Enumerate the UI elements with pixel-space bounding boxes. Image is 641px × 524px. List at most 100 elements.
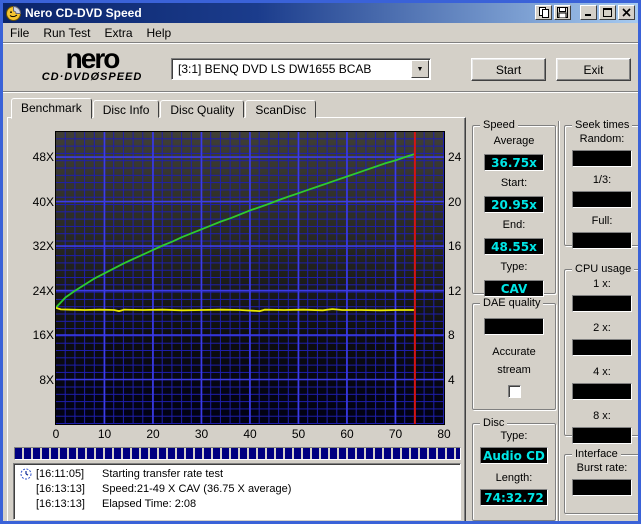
y-left-tick-label: 48X	[32, 150, 54, 165]
start-button[interactable]: Start	[471, 58, 546, 81]
log-text: Speed:21-49 X CAV (36.75 X average)	[102, 483, 292, 495]
dae-quality-value	[484, 318, 544, 335]
disc-type-label: Type:	[500, 430, 528, 442]
log-time: [16:11:05]	[36, 468, 85, 480]
minimize-icon	[584, 14, 591, 16]
log-clock-icon	[20, 468, 32, 480]
cpu-8x-value	[572, 427, 632, 444]
x-axis-tick-label: 0	[52, 427, 60, 441]
speed-group: Speed Average 36.75x Start: 20.95x End: …	[472, 119, 556, 297]
log-text: Starting transfer rate test	[102, 468, 224, 480]
y-left-tick-label: 40X	[32, 194, 54, 209]
speed-average-label: Average	[493, 135, 535, 147]
speed-type-value: CAV	[484, 280, 544, 297]
tab-disc-info[interactable]: Disc Info	[92, 100, 160, 118]
seek-third-value	[572, 191, 632, 208]
cd-dvd-speed-logo-text: CD·DVDØSPEED	[41, 71, 143, 83]
x-axis: 0 10 20 30 40 50 60 70 80	[52, 427, 451, 441]
save-icon	[557, 7, 568, 18]
speed-start-label: Start:	[500, 177, 528, 189]
menu-help[interactable]: Help	[140, 24, 179, 42]
burst-rate-label: Burst rate:	[576, 462, 628, 474]
disc-length-label: Length:	[495, 472, 533, 484]
nero-logo-text: nero	[65, 43, 121, 74]
drive-select[interactable]: [3:1] BENQ DVD LS DW1655 BCAB ▼	[171, 58, 431, 80]
seek-third-label: 1/3:	[592, 174, 612, 186]
cpu-4x-value	[572, 383, 632, 400]
y-left-tick-label: 8X	[39, 372, 54, 387]
seek-full-value	[572, 232, 632, 249]
log-entry: [16:13:13] Elapsed Time: 2:08	[20, 497, 460, 512]
accurate-stream-checkbox[interactable]	[507, 385, 521, 398]
close-button[interactable]	[618, 5, 635, 20]
disc-type-value: Audio CD	[480, 447, 548, 464]
interface-group-title: Interface	[572, 448, 621, 460]
maximize-icon	[603, 8, 612, 17]
y-right-tick-label: 24	[448, 150, 462, 165]
speed-average-value: 36.75x	[484, 154, 544, 171]
cpu-1x-label: 1 x:	[593, 278, 611, 290]
cpu-1x-value	[572, 295, 632, 312]
x-axis-tick-label: 70	[388, 427, 403, 441]
tab-scandisc[interactable]: ScanDisc	[245, 100, 317, 118]
y-axis-left: 48X 40X 32X 24X 16X 8X	[32, 132, 54, 424]
speed-start-value: 20.95x	[484, 196, 544, 213]
seek-random-label: Random:	[579, 133, 625, 145]
copy-icon	[538, 7, 549, 18]
nero-logo: nero CD·DVDØSPEED	[17, 43, 167, 84]
log-entry: [16:11:05] Starting transfer rate test	[20, 467, 460, 482]
seek-full-label: Full:	[591, 215, 613, 227]
accurate-stream-label-line1: Accurate	[492, 346, 536, 358]
cpu-2x-label: 2 x:	[593, 322, 611, 334]
copy-to-clipboard-button[interactable]	[535, 5, 552, 20]
burst-rate-value	[572, 479, 632, 496]
header-divider	[3, 91, 638, 93]
x-axis-tick-label: 10	[97, 427, 112, 441]
seek-times-group-title: Seek times	[572, 119, 633, 131]
x-axis-tick-label: 20	[146, 427, 160, 441]
menu-file[interactable]: File	[3, 24, 36, 42]
panel-column-divider	[558, 121, 560, 521]
drive-select-value: [3:1] BENQ DVD LS DW1655 BCAB	[178, 62, 372, 76]
seek-random-value	[572, 150, 632, 167]
y-axis-right: 24 20 16 12 8 4	[448, 132, 472, 424]
maximize-button[interactable]	[599, 5, 616, 20]
chevron-down-icon[interactable]: ▼	[411, 60, 429, 78]
x-axis-tick-label: 50	[291, 427, 306, 441]
progress-bar	[14, 447, 461, 460]
minimize-button[interactable]	[580, 5, 597, 20]
nero-cd-smiley-icon	[6, 5, 21, 21]
title-bar[interactable]: Nero CD-DVD Speed	[3, 3, 638, 23]
log-text: Elapsed Time: 2:08	[102, 498, 197, 510]
dae-quality-group-title: DAE quality	[480, 297, 544, 309]
menu-extra[interactable]: Extra	[97, 24, 139, 42]
seek-times-group: Seek times Random: 1/3: Full:	[564, 119, 638, 249]
cpu-8x-label: 8 x:	[593, 410, 611, 422]
tab-disc-quality[interactable]: Disc Quality	[160, 100, 245, 118]
accurate-stream-label-line2: stream	[497, 364, 531, 376]
status-log[interactable]: [16:11:05] Starting transfer rate test […	[13, 463, 461, 520]
tab-benchmark[interactable]: Benchmark	[11, 98, 92, 119]
exit-button[interactable]: Exit	[556, 58, 631, 81]
speed-group-title: Speed	[480, 119, 518, 131]
y-left-tick-label: 32X	[32, 239, 54, 254]
speed-end-value: 48.55x	[484, 238, 544, 255]
dae-quality-group: DAE quality Accurate stream	[472, 297, 556, 410]
save-button[interactable]	[554, 5, 571, 20]
log-time: [16:13:13]	[36, 483, 85, 495]
menu-bar: File Run Test Extra Help	[3, 23, 638, 43]
y-right-tick-label: 16	[448, 239, 462, 254]
speed-type-label: Type:	[500, 261, 528, 273]
y-left-tick-label: 16X	[32, 328, 54, 342]
disc-group: Disc Type: Audio CD Length: 74:32.72	[472, 417, 556, 521]
cpu-usage-group: CPU usage 1 x: 2 x: 4 x: 8 x:	[564, 263, 638, 444]
interface-group: Interface Burst rate:	[564, 448, 638, 514]
window-title: Nero CD-DVD Speed	[25, 6, 142, 20]
disc-length-value: 74:32.72	[480, 489, 548, 506]
speed-end-label: End:	[502, 219, 526, 231]
menu-run-test[interactable]: Run Test	[36, 24, 97, 42]
log-time: [16:13:13]	[36, 498, 85, 510]
y-right-tick-label: 12	[448, 283, 462, 298]
x-axis-tick-label: 30	[194, 427, 209, 441]
y-right-tick-label: 8	[448, 328, 455, 342]
